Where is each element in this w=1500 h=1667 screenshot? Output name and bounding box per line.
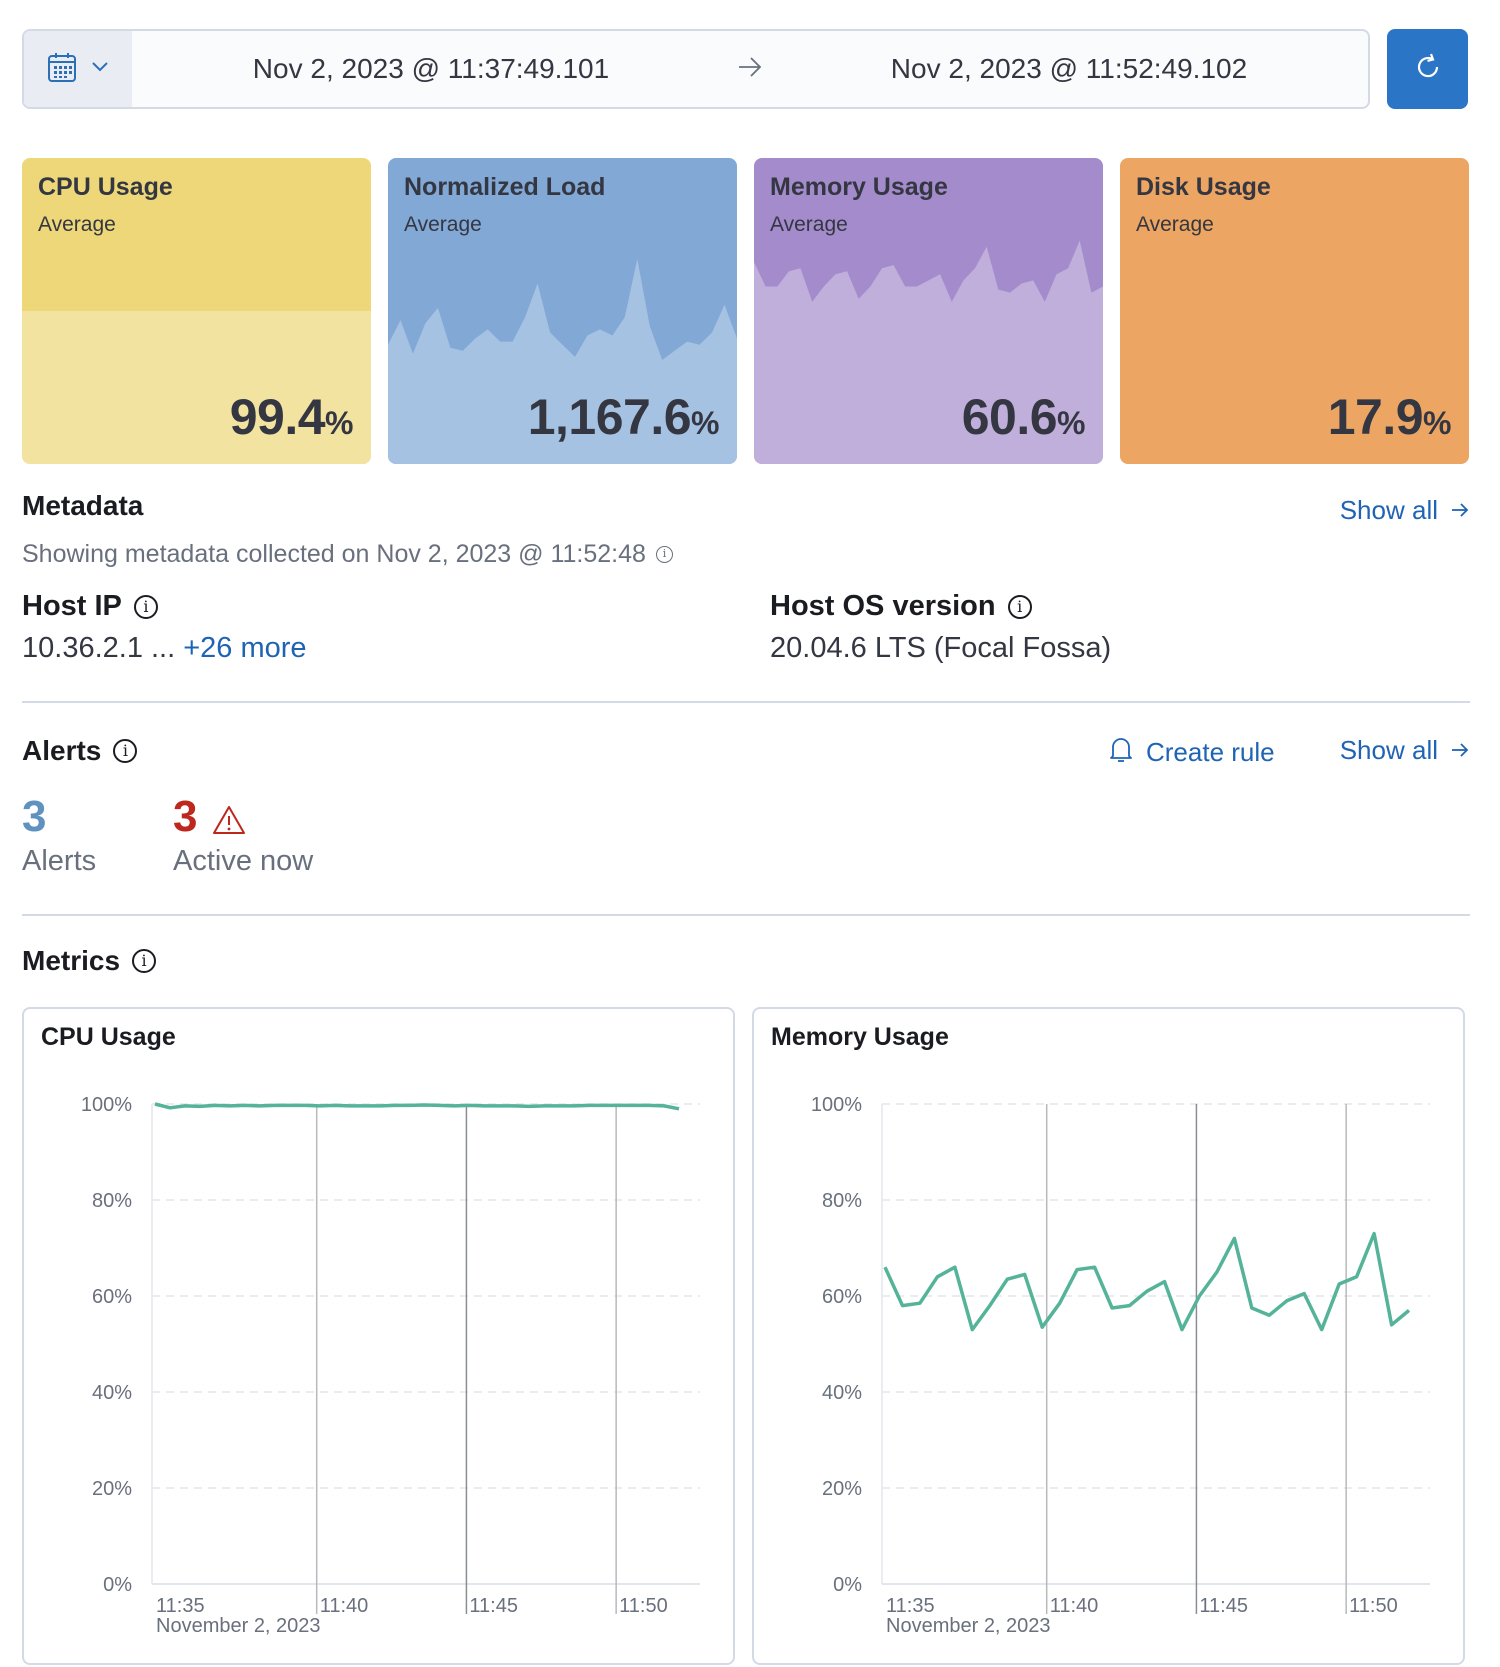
warning-icon (212, 804, 246, 841)
y-tick-label: 100% (81, 1094, 132, 1116)
kpi-subtitle: Average (404, 213, 482, 237)
y-tick-label: 40% (822, 1382, 862, 1404)
bell-icon (1108, 735, 1134, 770)
y-tick-label: 60% (822, 1286, 862, 1308)
x-tick-label: 11:35 (156, 1595, 205, 1617)
host-ip-label: Host IP i (22, 590, 158, 623)
kpi-normalized-load[interactable]: Normalized Load Average 1,167.6% (388, 158, 737, 464)
info-icon[interactable]: i (1008, 595, 1032, 619)
arrow-right-icon (1450, 495, 1470, 526)
alerts-show-all-link[interactable]: Show all (1340, 735, 1470, 766)
chart-svg: 0% 20% 40% 60% 80% 100% 11:35 11:40 11:45 11:50 No… (754, 1009, 1467, 1667)
x-tick-label: 11:45 (469, 1595, 518, 1617)
info-icon[interactable]: i (134, 595, 158, 619)
create-rule-button[interactable]: Create rule (1108, 735, 1275, 770)
x-tick-label: 11:50 (1349, 1595, 1398, 1617)
y-tick-label: 100% (811, 1094, 862, 1116)
y-tick-label: 80% (92, 1190, 132, 1212)
y-tick-label: 0% (833, 1574, 862, 1596)
host-os-value: 20.04.6 LTS (Focal Fossa) (770, 632, 1111, 665)
y-tick-label: 40% (92, 1382, 132, 1404)
alerts-active-count[interactable]: 3 (173, 792, 197, 842)
refresh-button[interactable] (1387, 29, 1468, 109)
arrow-right-icon (730, 53, 770, 85)
metadata-collected-text: Showing metadata collected on Nov 2, 202… (22, 540, 673, 569)
cpu-usage-chart[interactable]: CPU Usage 0%20%40%60%80%100%11:3511:4011… (22, 1007, 735, 1665)
end-date[interactable]: Nov 2, 2023 @ 11:52:49.102 (770, 53, 1368, 85)
kpi-row: CPU Usage Average 99.4% Normalized Load … (22, 158, 1469, 464)
info-icon[interactable]: i (113, 739, 137, 763)
calendar-icon (47, 51, 77, 88)
metadata-title: Metadata (22, 490, 143, 522)
kpi-title: Normalized Load (404, 173, 605, 202)
alerts-title: Alerts i (22, 735, 137, 767)
host-os-label: Host OS version i (770, 590, 1032, 623)
quick-select-button[interactable] (24, 31, 132, 107)
x-axis-label: November 2, 2023 (156, 1615, 321, 1637)
alerts-total-label: Alerts (22, 845, 96, 878)
info-icon[interactable]: i (656, 546, 673, 563)
x-tick-label: 11:40 (1050, 1595, 1099, 1617)
date-range-picker: Nov 2, 2023 @ 11:37:49.101 Nov 2, 2023 @… (22, 29, 1370, 109)
start-date[interactable]: Nov 2, 2023 @ 11:37:49.101 (132, 53, 730, 85)
divider (22, 914, 1470, 916)
y-tick-label: 80% (822, 1190, 862, 1212)
y-tick-label: 0% (103, 1574, 132, 1596)
metadata-show-all-link[interactable]: Show all (1340, 495, 1470, 526)
kpi-title: CPU Usage (38, 173, 173, 202)
chevron-down-icon (91, 60, 109, 78)
kpi-title: Memory Usage (770, 173, 948, 202)
x-tick-label: 11:40 (320, 1595, 369, 1617)
kpi-cpu-usage[interactable]: CPU Usage Average 99.4% (22, 158, 371, 464)
memory-usage-chart[interactable]: Memory Usage 0%20%40%60%80%100%11:3511:4… (752, 1007, 1465, 1665)
host-ip-value: 10.36.2.1 ... +26 more (22, 632, 307, 665)
kpi-subtitle: Average (770, 213, 848, 237)
show-all-label: Show all (1340, 735, 1438, 766)
create-rule-label: Create rule (1146, 737, 1275, 768)
x-tick-label: 11:35 (886, 1595, 935, 1617)
kpi-value: 1,167.6% (528, 388, 719, 446)
x-tick-label: 11:45 (1199, 1595, 1248, 1617)
alerts-total-count[interactable]: 3 (22, 792, 46, 842)
kpi-memory-usage[interactable]: Memory Usage Average 60.6% (754, 158, 1103, 464)
y-tick-label: 60% (92, 1286, 132, 1308)
y-tick-label: 20% (92, 1478, 132, 1500)
x-axis-label: November 2, 2023 (886, 1615, 1051, 1637)
x-tick-label: 11:50 (619, 1595, 668, 1617)
host-ip-more-link[interactable]: +26 more (183, 632, 306, 664)
y-tick-label: 20% (822, 1478, 862, 1500)
metrics-title: Metrics i (22, 945, 156, 977)
kpi-subtitle: Average (1136, 213, 1214, 237)
kpi-value: 60.6% (962, 388, 1085, 446)
alerts-active-label: Active now (173, 845, 313, 878)
arrow-right-icon (1450, 735, 1470, 766)
kpi-subtitle: Average (38, 213, 116, 237)
kpi-disk-usage[interactable]: Disk Usage Average 17.9% (1120, 158, 1469, 464)
show-all-label: Show all (1340, 495, 1438, 526)
info-icon[interactable]: i (132, 949, 156, 973)
divider (22, 701, 1470, 703)
refresh-icon (1413, 52, 1443, 87)
kpi-value: 17.9% (1328, 388, 1451, 446)
chart-svg: 0% 20% 40% 60% 80% 100% 11:35 11:40 11:45 11:50 No… (24, 1009, 737, 1667)
series-line (155, 1104, 679, 1109)
kpi-title: Disk Usage (1136, 173, 1271, 202)
kpi-value: 99.4% (230, 388, 353, 446)
series-line (885, 1234, 1409, 1330)
